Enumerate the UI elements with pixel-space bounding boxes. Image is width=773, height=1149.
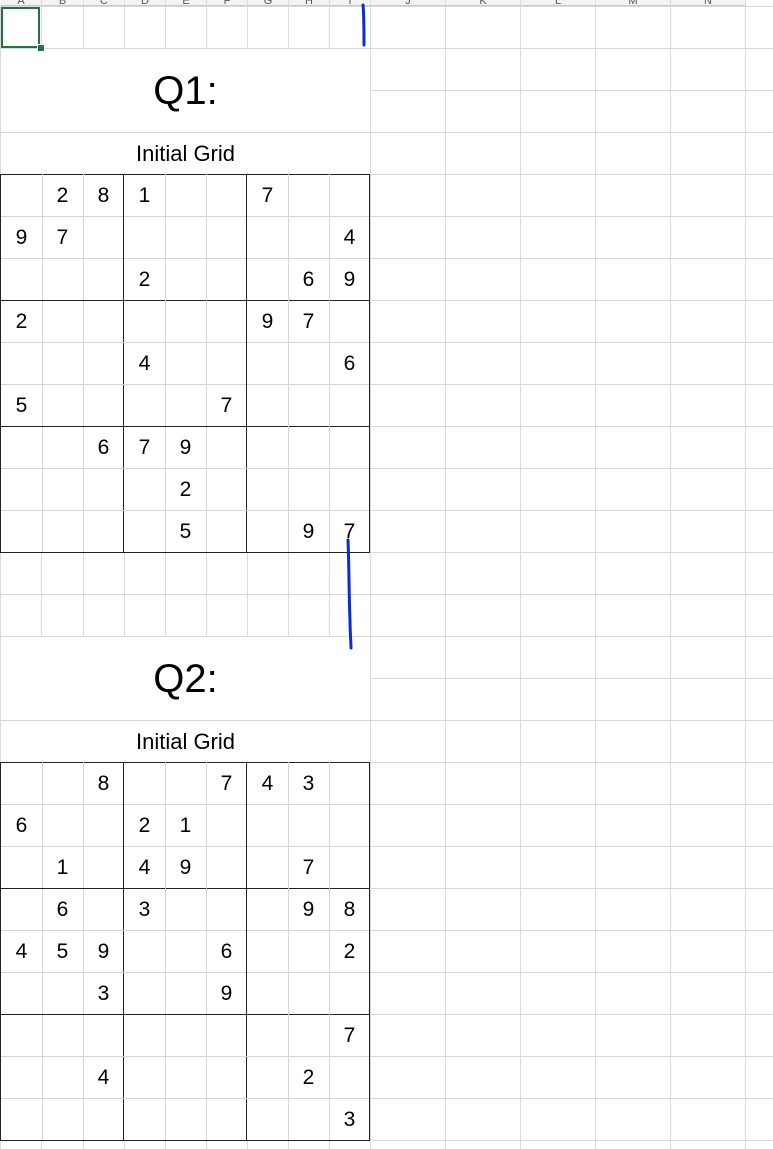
spreadsheet-area[interactable]: ABCDEFGHIJKLMN Q1: Initial Grid 2 8 1 7 9 7 4 2 6 9…	[0, 0, 773, 1149]
ink-stroke-top	[361, 3, 366, 47]
ink-annotations	[346, 3, 366, 650]
ink-stroke-middle	[346, 538, 353, 650]
